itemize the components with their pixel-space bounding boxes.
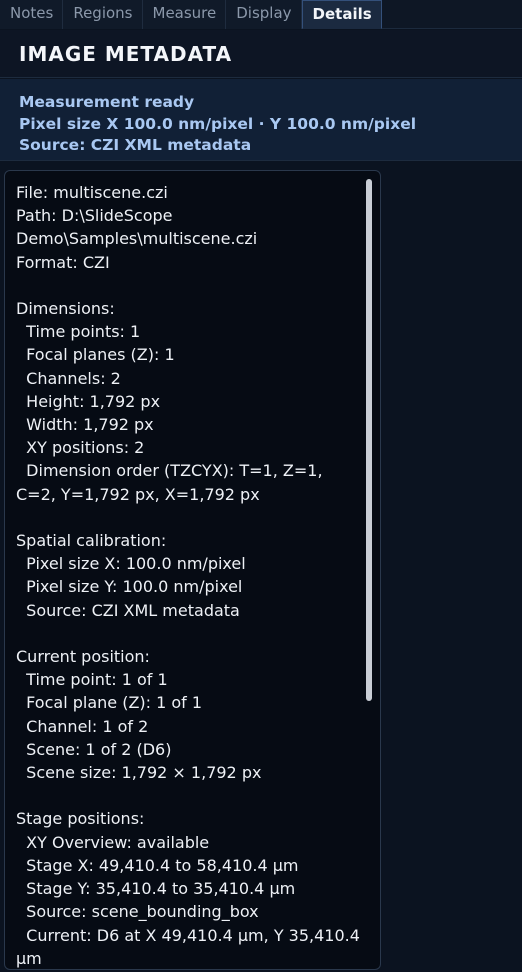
metadata-scrollbar[interactable] — [366, 179, 372, 701]
page-title: IMAGE METADATA — [19, 42, 233, 66]
tab-display[interactable]: Display — [226, 0, 302, 29]
status-source-text: Source: CZI XML metadata — [19, 136, 252, 154]
panel-header: IMAGE METADATA — [0, 30, 522, 78]
metadata-text-area[interactable]: File: multiscene.czi Path: D:\SlideScope… — [4, 170, 381, 970]
metadata-text: File: multiscene.czi Path: D:\SlideScope… — [16, 183, 360, 968]
status-ready-text: Measurement ready — [19, 93, 195, 111]
measurement-status-panel: Measurement ready Pixel size X 100.0 nm/… — [0, 79, 522, 161]
tab-bar: Notes Regions Measure Display Details — [0, 0, 522, 29]
status-pixel-size-text: Pixel size X 100.0 nm/pixel · Y 100.0 nm… — [19, 114, 417, 133]
tab-measure[interactable]: Measure — [142, 0, 227, 29]
tab-notes[interactable]: Notes — [0, 0, 64, 29]
tab-regions[interactable]: Regions — [63, 0, 143, 29]
tab-details[interactable]: Details — [301, 0, 382, 29]
